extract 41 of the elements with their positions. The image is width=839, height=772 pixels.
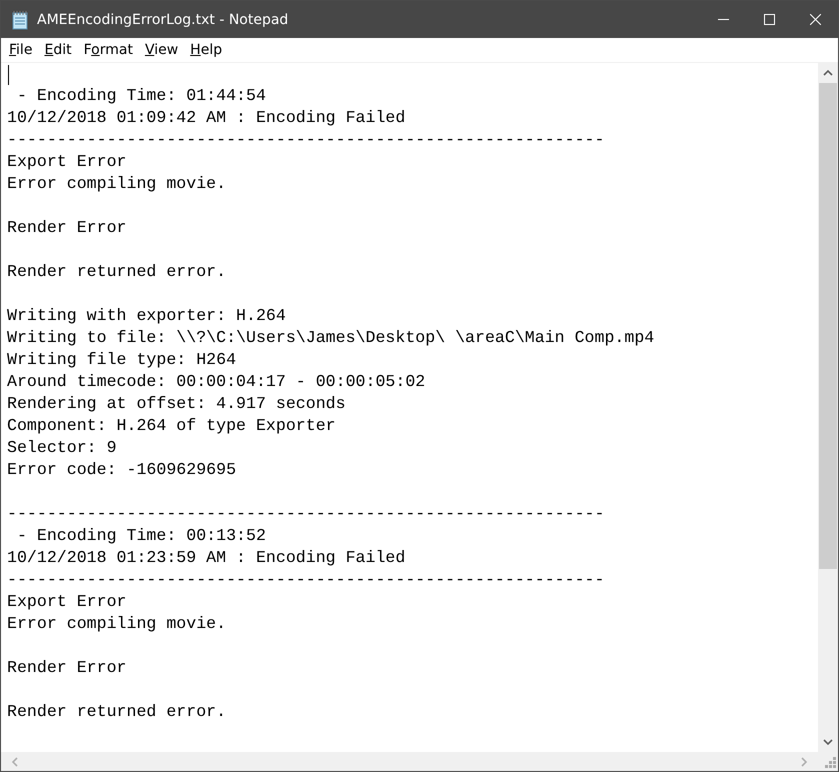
- text-line: Error compiling movie.: [7, 613, 226, 635]
- scrollbar-thumb[interactable]: [819, 83, 837, 569]
- vertical-scrollbar[interactable]: [818, 63, 838, 752]
- text-line: Render Error: [7, 657, 126, 679]
- text-line: Render returned error.: [7, 701, 226, 723]
- text-line: - Encoding Time: 01:44:54: [16, 85, 266, 107]
- text-line: Writing to file: \\?\C:\Users\James\Desktop\ \areaC\Main Comp.mp4: [7, 327, 654, 349]
- chevron-left-icon: [10, 756, 20, 766]
- notepad-icon: [11, 10, 29, 30]
- text-line: 10/12/2018 01:23:59 AM : Encoding Failed: [7, 547, 406, 569]
- maximize-icon: [764, 14, 774, 25]
- menu-item[interactable]: Edit: [38, 40, 78, 60]
- text-line: Render Error: [7, 217, 126, 239]
- menu-item[interactable]: Format: [78, 40, 139, 60]
- text-line: ------------------------------------------------------------: [7, 569, 604, 591]
- text-line: Writing file type: H264: [7, 349, 236, 371]
- text-line: Rendering at offset: 4.917 seconds: [7, 393, 346, 415]
- text-line: Component: H.264 of type Exporter: [7, 415, 336, 437]
- text-line: Writing with exporter: H.264: [7, 305, 286, 327]
- text-line: ------------------------------------------------------------: [7, 129, 604, 151]
- text-line: Error code: -1609629695: [7, 459, 236, 481]
- chevron-up-icon: [823, 68, 833, 78]
- text-line: 10/12/2018 01:09:42 AM : Encoding Failed: [7, 107, 406, 129]
- text-line: Error compiling movie.: [7, 173, 226, 195]
- menu-item[interactable]: Help: [184, 40, 228, 60]
- text-line: Export Error: [7, 151, 126, 173]
- menu-item[interactable]: View: [138, 40, 184, 60]
- menu-item[interactable]: File: [3, 40, 38, 60]
- text-line: - Encoding Time: 00:13:52: [16, 525, 266, 547]
- resize-grip-icon[interactable]: [824, 757, 836, 769]
- window-title: AMEEncodingErrorLog.txt - Notepad: [37, 12, 290, 28]
- text-line: ------------------------------------------------------------: [7, 503, 604, 525]
- text-line: Export Error: [7, 591, 126, 613]
- chevron-right-icon: [799, 756, 809, 766]
- text-line: Around timecode: 00:00:04:17 - 00:00:05:02: [7, 371, 426, 393]
- close-icon: [810, 14, 820, 25]
- text-line: Render returned error.: [7, 261, 226, 283]
- text-caret: [8, 65, 9, 85]
- text-line: Selector: 9: [7, 437, 117, 459]
- chevron-down-icon: [823, 737, 833, 747]
- horizontal-scrollbar[interactable]: [1, 752, 818, 771]
